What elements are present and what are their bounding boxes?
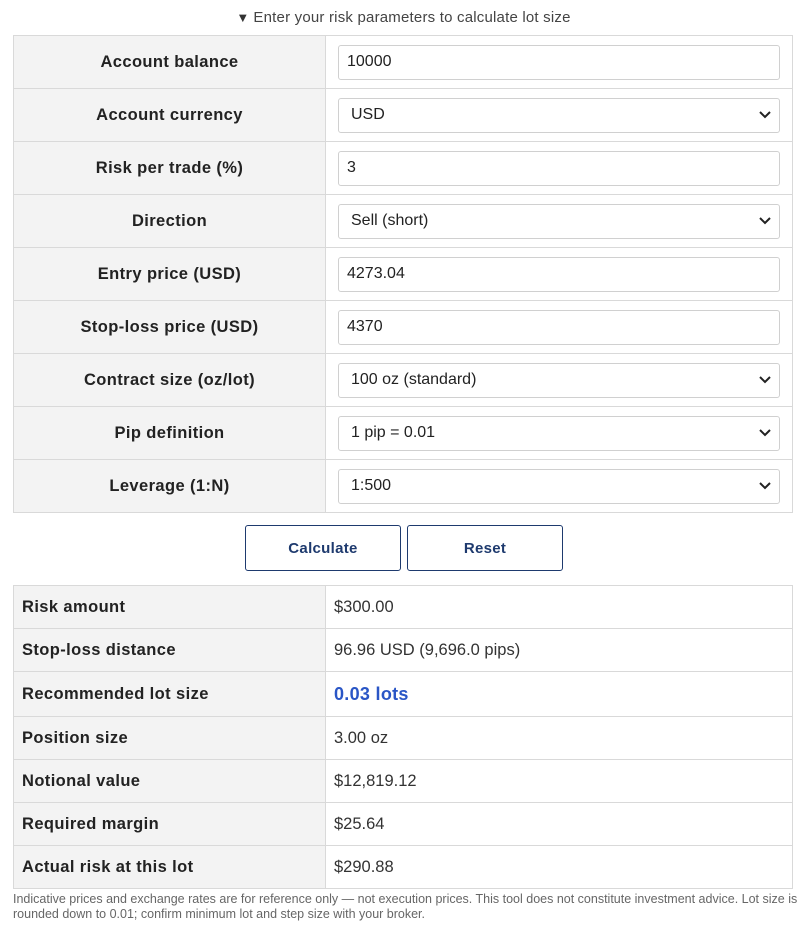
contract-size-label: Contract size (oz/lot) — [13, 353, 326, 407]
leverage-value: 1:500 — [351, 477, 392, 494]
stop-loss-distance-label: Stop-loss distance — [13, 628, 326, 672]
contract-size-value: 100 oz (standard) — [351, 371, 477, 388]
notional-value-value: $12,819.12 — [325, 759, 793, 803]
account-balance-value: 10000 — [347, 53, 392, 70]
required-margin-label: Required margin — [13, 802, 326, 846]
direction-select[interactable]: Sell (short) — [338, 203, 780, 239]
entry-price-input[interactable]: 4273.04 — [338, 256, 780, 292]
actual-risk-value: $290.88 — [325, 845, 793, 889]
results-table: Risk amount $300.00 Stop-loss distance 9… — [13, 585, 793, 889]
triangle-down-icon: ▼ — [236, 10, 250, 25]
entry-price-value: 4273.04 — [347, 265, 405, 282]
stop-loss-distance-value: 96.96 USD (9,696.0 pips) — [325, 628, 793, 672]
risk-amount-label: Risk amount — [13, 585, 326, 629]
parameters-summary-toggle[interactable]: ▼ Enter your risk parameters to calculate… — [0, 9, 807, 26]
summary-text: Enter your risk parameters to calculate … — [253, 9, 571, 26]
chevron-down-icon — [759, 109, 771, 121]
chevron-down-icon — [759, 480, 771, 492]
chevron-down-icon — [759, 427, 771, 439]
account-currency-select[interactable]: USD — [338, 97, 780, 133]
recommended-lot-value: 0.03 lots — [334, 683, 409, 704]
required-margin-value: $25.64 — [325, 802, 793, 846]
pip-definition-select[interactable]: 1 pip = 0.01 — [338, 415, 780, 451]
leverage-label: Leverage (1:N) — [13, 459, 326, 513]
leverage-select[interactable]: 1:500 — [338, 468, 780, 504]
entry-price-label: Entry price (USD) — [13, 247, 326, 301]
account-currency-value: USD — [351, 106, 385, 123]
stop-loss-price-label: Stop-loss price (USD) — [13, 300, 326, 354]
contract-size-select[interactable]: 100 oz (standard) — [338, 362, 780, 398]
direction-label: Direction — [13, 194, 326, 248]
risk-amount-value: $300.00 — [325, 585, 793, 629]
position-size-value: 3.00 oz — [325, 716, 793, 760]
account-currency-label: Account currency — [13, 88, 326, 142]
position-size-label: Position size — [13, 716, 326, 760]
chevron-down-icon — [759, 374, 771, 386]
actual-risk-label: Actual risk at this lot — [13, 845, 326, 889]
reset-button[interactable]: Reset — [407, 525, 563, 571]
pip-definition-label: Pip definition — [13, 406, 326, 460]
notional-value-label: Notional value — [13, 759, 326, 803]
parameters-form: Account balance 10000 Account currency U… — [13, 35, 793, 513]
calculate-button[interactable]: Calculate — [245, 525, 401, 571]
recommended-lot-label: Recommended lot size — [13, 671, 326, 717]
stop-loss-price-input[interactable]: 4370 — [338, 309, 780, 345]
action-buttons: Calculate Reset — [245, 525, 563, 571]
stop-loss-price-value: 4370 — [347, 318, 383, 335]
direction-value: Sell (short) — [351, 212, 429, 229]
pip-definition-value: 1 pip = 0.01 — [351, 424, 436, 441]
disclaimer-text: Indicative prices and exchange rates are… — [13, 892, 798, 921]
chevron-down-icon — [759, 215, 771, 227]
risk-per-trade-value: 3 — [347, 159, 356, 176]
account-balance-label: Account balance — [13, 35, 326, 89]
risk-per-trade-label: Risk per trade (%) — [13, 141, 326, 195]
lot-size-calculator: ▼ Enter your risk parameters to calculate… — [0, 0, 807, 931]
account-balance-input[interactable]: 10000 — [338, 44, 780, 80]
risk-per-trade-input[interactable]: 3 — [338, 150, 780, 186]
